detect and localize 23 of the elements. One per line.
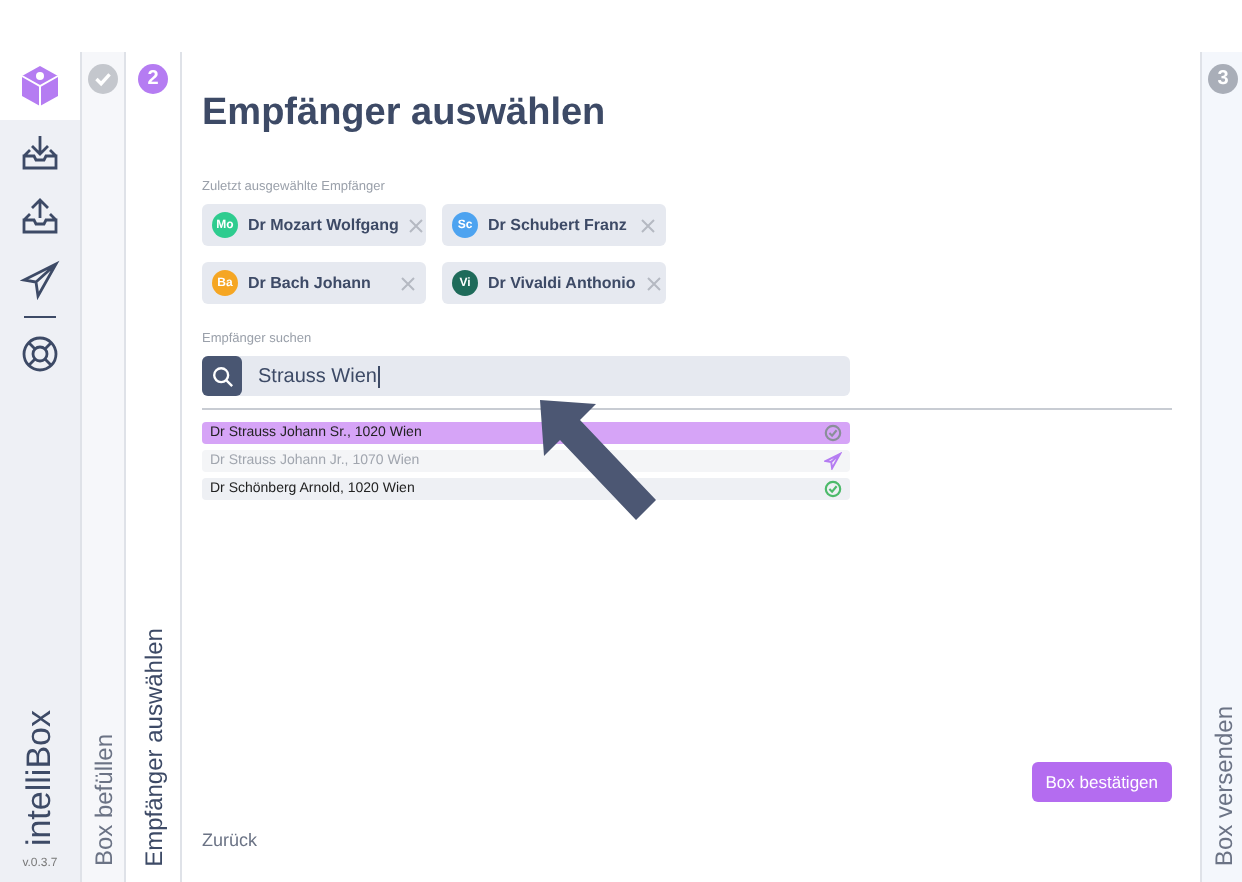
step-label[interactable]: Box versenden <box>1209 705 1237 866</box>
recipient-name: Dr Bach Johann <box>248 274 373 292</box>
recipient-name: Dr Schubert Franz <box>488 216 629 234</box>
step-label[interactable]: Box befüllen <box>89 733 117 866</box>
cube-logo-icon[interactable] <box>18 64 62 108</box>
step-number-badge: 3 <box>1208 64 1238 94</box>
step-number-badge: 2 <box>138 64 168 94</box>
check-circle-icon <box>824 424 842 442</box>
paper-plane-icon[interactable] <box>20 260 60 300</box>
recipient-name: Dr Mozart Wolfgang <box>248 216 399 234</box>
lifebuoy-icon[interactable] <box>20 334 60 374</box>
check-badge-icon <box>88 64 118 94</box>
recipient-name: Dr Vivaldi Anthonio <box>488 274 636 292</box>
check-circle-icon <box>824 480 842 498</box>
search-field[interactable]: Strauss Wien <box>202 356 850 396</box>
page-title: Empfänger auswählen <box>202 92 608 136</box>
search-icon[interactable] <box>211 365 233 387</box>
back-link[interactable]: Zurück <box>202 830 258 850</box>
tray-upload-icon[interactable] <box>20 196 60 236</box>
paper-plane-icon <box>824 452 842 470</box>
tray-download-icon[interactable] <box>20 132 60 172</box>
step-label[interactable]: Empfänger auswählen <box>139 627 167 866</box>
app-name: intelliBox <box>20 709 60 846</box>
